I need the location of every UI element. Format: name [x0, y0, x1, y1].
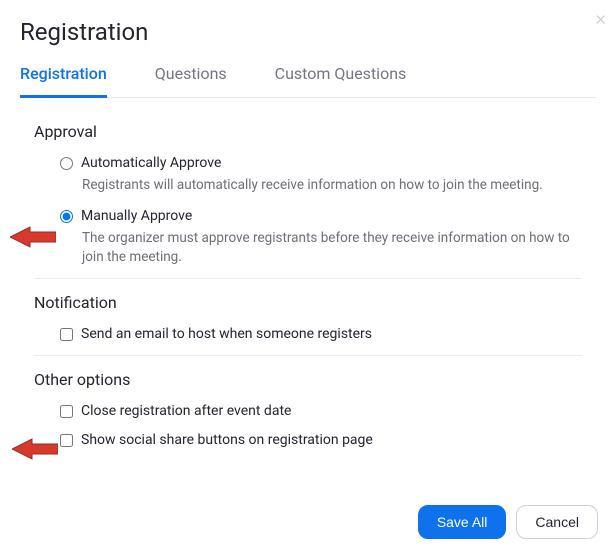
cancel-button[interactable]: Cancel [516, 505, 598, 539]
save-button[interactable]: Save All [418, 505, 507, 539]
divider [34, 278, 582, 279]
dialog-content: Approval Automatically Approve Registran… [20, 122, 596, 451]
other-close-registration-row[interactable]: Close registration after event date [34, 401, 582, 422]
divider [34, 355, 582, 356]
annotation-arrow-icon [10, 225, 56, 249]
approval-manual-text: Manually Approve [81, 206, 192, 227]
approval-section-title: Approval [34, 122, 582, 141]
approval-manual-label[interactable]: Manually Approve [60, 206, 582, 227]
tab-registration[interactable]: Registration [20, 64, 107, 98]
approval-option-manual: Manually Approve The organizer must appr… [34, 206, 582, 268]
notification-email-checkbox[interactable] [60, 328, 73, 341]
dialog-title: Registration [20, 18, 596, 46]
other-section-title: Other options [34, 370, 582, 389]
notification-section-title: Notification [34, 293, 582, 312]
annotation-arrow-icon [12, 437, 58, 461]
tabs: Registration Questions Custom Questions [20, 64, 596, 98]
approval-option-auto: Automatically Approve Registrants will a… [34, 153, 582, 196]
approval-auto-radio[interactable] [60, 157, 73, 170]
other-social-share-row[interactable]: Show social share buttons on registratio… [34, 430, 582, 451]
close-icon[interactable]: × [596, 6, 606, 30]
approval-manual-desc: The organizer must approve registrants b… [82, 229, 582, 268]
approval-auto-desc: Registrants will automatically receive i… [82, 176, 582, 196]
dialog-footer: Save All Cancel [418, 505, 598, 539]
notification-email-row[interactable]: Send an email to host when someone regis… [34, 324, 582, 345]
other-close-registration-checkbox[interactable] [60, 405, 73, 418]
other-social-share-text: Show social share buttons on registratio… [81, 430, 373, 451]
other-social-share-checkbox[interactable] [60, 434, 73, 447]
registration-dialog: × Registration Registration Questions Cu… [0, 0, 616, 451]
approval-auto-text: Automatically Approve [81, 153, 221, 174]
approval-manual-radio[interactable] [60, 210, 73, 223]
notification-email-text: Send an email to host when someone regis… [81, 324, 372, 345]
tab-questions[interactable]: Questions [155, 64, 227, 98]
other-close-registration-text: Close registration after event date [81, 401, 291, 422]
approval-auto-label[interactable]: Automatically Approve [60, 153, 582, 174]
tab-custom-questions[interactable]: Custom Questions [275, 64, 407, 98]
